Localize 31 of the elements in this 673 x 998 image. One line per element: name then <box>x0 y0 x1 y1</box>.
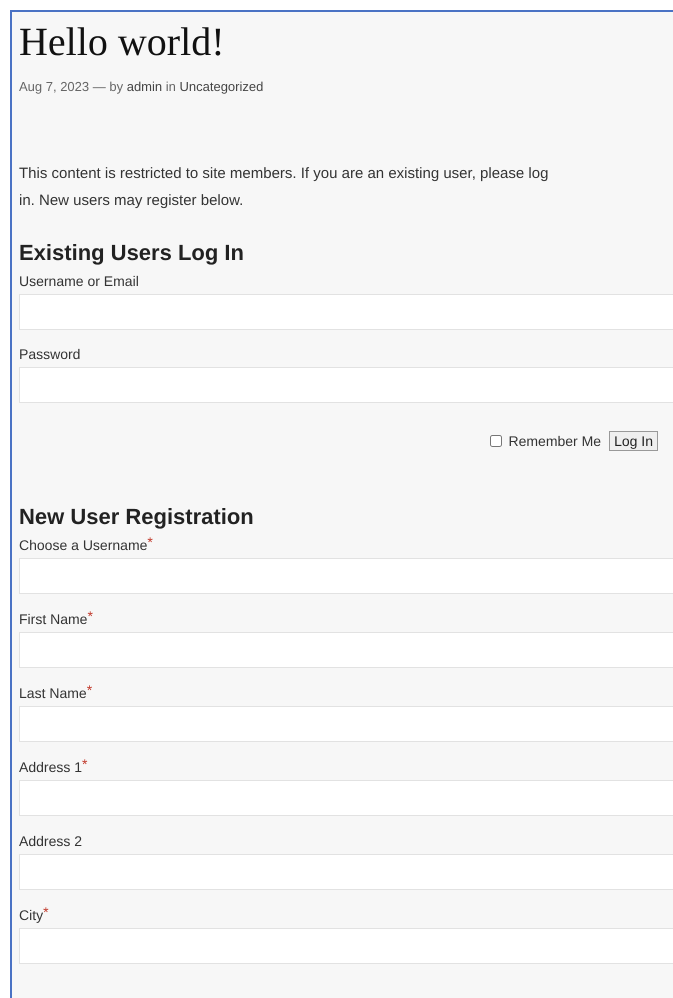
required-marker: * <box>87 608 93 622</box>
field-label: Address 1 <box>19 758 82 776</box>
input-field[interactable] <box>19 854 673 890</box>
required-marker: * <box>147 534 153 548</box>
field-label: Choose a Username <box>19 536 148 554</box>
login-button[interactable]: Log In <box>609 431 658 451</box>
input-field[interactable] <box>19 558 673 594</box>
field-label: Password <box>19 344 80 364</box>
remember-checkbox[interactable] <box>490 435 502 447</box>
required-marker: * <box>43 904 49 918</box>
login-heading: Existing Users Log In <box>19 238 245 267</box>
input-field[interactable] <box>19 780 673 816</box>
author-link[interactable]: admin <box>126 79 162 94</box>
field-label: Address 2 <box>19 832 82 850</box>
field-label: First Name <box>19 610 88 628</box>
category-link[interactable]: Uncategorized <box>180 79 264 94</box>
required-marker: * <box>86 682 92 696</box>
registration-heading: New User Registration <box>19 502 255 531</box>
post-title: Hello world! <box>19 18 226 66</box>
post-meta: Aug 7, 2023 — by admin in Uncategorized <box>19 78 264 96</box>
required-marker: * <box>82 756 88 770</box>
remember-label: Remember Me <box>508 432 602 450</box>
field-label: Username or Email <box>19 272 139 290</box>
input-field[interactable] <box>19 706 673 742</box>
input-field[interactable] <box>19 928 673 964</box>
input-field[interactable] <box>19 366 673 402</box>
field-label: City <box>19 906 44 924</box>
input-field[interactable] <box>19 294 673 330</box>
input-field[interactable] <box>19 632 673 668</box>
restricted-notice: This content is restricted to site members. If you are an existing user, please log in. New users may register below. <box>19 164 550 210</box>
field-label: Last Name <box>19 684 87 702</box>
